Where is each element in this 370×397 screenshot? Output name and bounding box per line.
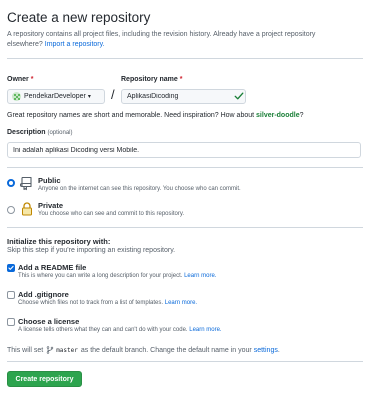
branch-end: . xyxy=(277,346,280,354)
check-icon xyxy=(234,92,244,100)
gitignore-title[interactable]: Add .gitignore xyxy=(18,290,69,299)
owner-label: Owner * xyxy=(7,76,33,83)
required-mark: * xyxy=(179,76,183,83)
settings-link[interactable]: settings xyxy=(254,347,278,354)
license-learn-more-link[interactable]: Learn more. xyxy=(189,327,221,333)
branch-name: master xyxy=(56,346,78,354)
license-checkbox[interactable] xyxy=(7,318,15,326)
branch-prefix: This will set xyxy=(7,346,44,354)
initialize-subtext: Skip this step if you're importing an ex… xyxy=(7,247,176,254)
description-label: Description (optional) xyxy=(7,129,72,136)
divider xyxy=(7,58,363,59)
gitignore-learn-more-link[interactable]: Learn more. xyxy=(165,300,197,306)
license-description: A license tells others what they can and… xyxy=(18,327,222,333)
owner-name: PendekarDeveloper xyxy=(24,93,86,100)
required-mark: * xyxy=(30,76,34,83)
readme-description: This is where you can write a long descr… xyxy=(18,273,216,279)
public-description: Anyone on the internet can see this repo… xyxy=(38,186,241,192)
repo-name-label-text: Repository name xyxy=(121,76,178,83)
private-title: Private xyxy=(38,201,64,210)
description-label-text: Description xyxy=(7,129,46,136)
license-title[interactable]: Choose a license xyxy=(18,317,79,326)
checkmark-icon xyxy=(8,265,14,270)
page-subtitle: A repository contains all project files,… xyxy=(7,30,347,50)
public-title: Public xyxy=(38,176,61,185)
git-branch-icon xyxy=(46,346,54,354)
repo-icon xyxy=(20,176,32,191)
gitignore-description: Choose which files not to track from a l… xyxy=(18,300,197,306)
hint-text: Great repository names are short and mem… xyxy=(7,112,255,119)
description-input[interactable] xyxy=(7,142,361,158)
gitignore-checkbox[interactable] xyxy=(7,291,15,299)
owner-repo-separator: / xyxy=(111,87,115,102)
readme-title[interactable]: Add a README file xyxy=(18,263,86,272)
owner-label-text: Owner xyxy=(7,76,29,83)
name-suggestion[interactable]: silver-doodle xyxy=(256,112,300,119)
license-desc-text: A license tells others what they can and… xyxy=(18,327,188,333)
repo-name-label: Repository name * xyxy=(121,76,182,83)
private-description: You choose who can see and commit to thi… xyxy=(38,211,185,217)
lock-icon xyxy=(22,202,32,216)
readme-checkbox[interactable] xyxy=(7,264,15,272)
hint-end: ? xyxy=(299,112,304,119)
repo-name-input[interactable] xyxy=(121,89,246,104)
default-branch-note: This will set master as the default bran… xyxy=(7,346,280,354)
import-repository-link[interactable]: Import a repository. xyxy=(45,41,105,48)
page-title: Create a new repository xyxy=(7,10,151,25)
chevron-down-icon: ▾ xyxy=(87,94,91,100)
optional-tag: (optional) xyxy=(47,130,73,136)
divider xyxy=(7,167,363,168)
gitignore-desc-text: Choose which files not to track from a l… xyxy=(18,300,164,306)
private-radio[interactable] xyxy=(7,206,15,214)
public-radio[interactable] xyxy=(7,179,15,187)
divider xyxy=(7,361,363,362)
identicon-icon xyxy=(13,93,20,100)
divider xyxy=(7,227,363,228)
branch-middle-text: as the default branch. Change the defaul… xyxy=(80,346,252,354)
readme-learn-more-link[interactable]: Learn more. xyxy=(184,273,216,279)
initialize-heading: Initialize this repository with: xyxy=(7,237,111,246)
create-repository-button[interactable]: Create repository xyxy=(7,371,82,387)
owner-select-button[interactable]: PendekarDeveloper ▾ xyxy=(7,89,105,104)
avatar xyxy=(12,92,21,101)
name-hint: Great repository names are short and mem… xyxy=(7,112,304,119)
readme-desc-text: This is where you can write a long descr… xyxy=(18,273,183,279)
